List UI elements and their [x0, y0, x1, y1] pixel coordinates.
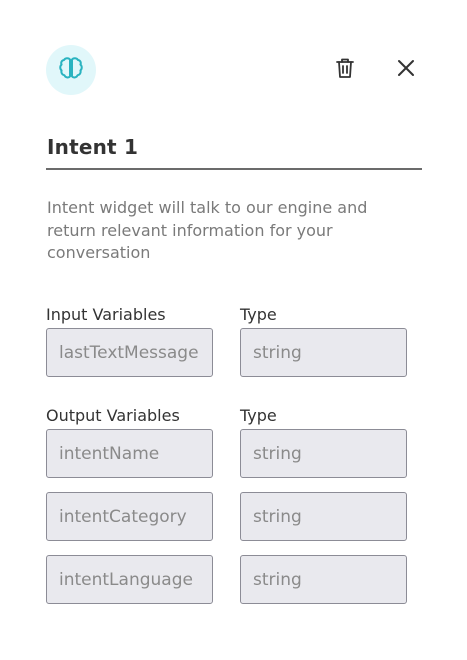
trash-icon — [335, 57, 355, 83]
output-type-field[interactable] — [240, 492, 407, 541]
output-variables-label: Output Variables — [46, 406, 180, 425]
brain-icon — [57, 54, 85, 86]
output-variable-field[interactable] — [46, 555, 213, 604]
delete-button[interactable] — [332, 57, 358, 83]
close-button[interactable] — [393, 57, 419, 83]
input-type-label: Type — [240, 305, 277, 324]
input-type-field[interactable] — [240, 328, 407, 377]
output-type-field[interactable] — [240, 429, 407, 478]
widget-title: Intent 1 — [47, 135, 139, 159]
intent-badge — [46, 45, 96, 95]
close-icon — [397, 59, 415, 81]
panel-header — [46, 45, 422, 95]
title-divider — [46, 168, 422, 170]
input-variable-field[interactable] — [46, 328, 213, 377]
input-variables-label: Input Variables — [46, 305, 166, 324]
output-variable-field[interactable] — [46, 492, 213, 541]
widget-description: Intent widget will talk to our engine an… — [47, 198, 368, 262]
output-variable-field[interactable] — [46, 429, 213, 478]
output-type-field[interactable] — [240, 555, 407, 604]
output-type-label: Type — [240, 406, 277, 425]
intent-widget-panel: Intent 1 Intent widget will talk to our … — [0, 0, 467, 660]
